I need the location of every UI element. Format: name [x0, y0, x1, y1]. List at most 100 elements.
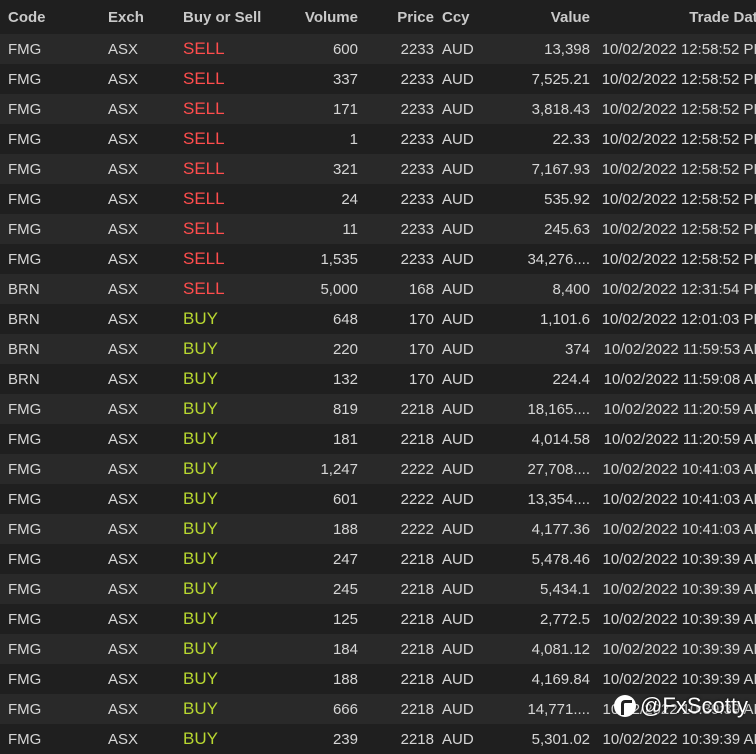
table-row[interactable]: FMG ASX BUY 188 2222 AUD 4,177.36 10/02/2022 10…: [0, 514, 756, 544]
cell-price: 2218: [362, 604, 434, 634]
cell-ccy: AUD: [434, 454, 492, 484]
column-header-code[interactable]: Code: [0, 0, 108, 34]
table-row[interactable]: FMG ASX SELL 337 2233 AUD 7,525.21 10/02/2022 1…: [0, 64, 756, 94]
cell-buy-or-sell: BUY: [183, 544, 283, 574]
cell-volume: 247: [283, 544, 362, 574]
cell-exch: ASX: [108, 634, 183, 664]
cell-buy-or-sell: SELL: [183, 184, 283, 214]
cell-ccy: AUD: [434, 544, 492, 574]
cell-trade-date: 10/02/2022 10:39:39 AM: [600, 634, 756, 664]
cell-value: 3,818.43: [492, 94, 600, 124]
cell-buy-or-sell: BUY: [183, 724, 283, 754]
cell-code: FMG: [0, 544, 108, 574]
cell-ccy: AUD: [434, 634, 492, 664]
cell-ccy: AUD: [434, 394, 492, 424]
cell-price: 2233: [362, 244, 434, 274]
cell-value: 4,081.12: [492, 634, 600, 664]
cell-trade-date: 10/02/2022 11:59:08 AM: [600, 364, 756, 394]
cell-trade-date: 10/02/2022 10:39:39 AM: [600, 574, 756, 604]
cell-volume: 601: [283, 484, 362, 514]
table-row[interactable]: FMG ASX BUY 239 2218 AUD 5,301.02 10/02/2022 10…: [0, 724, 756, 754]
cell-buy-or-sell: BUY: [183, 334, 283, 364]
cell-ccy: AUD: [434, 364, 492, 394]
cell-ccy: AUD: [434, 34, 492, 64]
cell-volume: 819: [283, 394, 362, 424]
table-row[interactable]: FMG ASX BUY 184 2218 AUD 4,081.12 10/02/2022 10…: [0, 634, 756, 664]
cell-trade-date: 10/02/2022 10:41:03 AM: [600, 484, 756, 514]
table-row[interactable]: FMG ASX SELL 171 2233 AUD 3,818.43 10/02/2022 1…: [0, 94, 756, 124]
cell-trade-date: 10/02/2022 12:58:52 PM: [600, 184, 756, 214]
cell-volume: 181: [283, 424, 362, 454]
column-header-price[interactable]: Price: [362, 0, 434, 34]
cell-code: FMG: [0, 724, 108, 754]
cell-price: 2233: [362, 214, 434, 244]
cell-buy-or-sell: BUY: [183, 574, 283, 604]
cell-value: 14,771....: [492, 694, 600, 724]
table-row[interactable]: FMG ASX SELL 24 2233 AUD 535.92 10/02/2022 12:5…: [0, 184, 756, 214]
table-row[interactable]: FMG ASX BUY 188 2218 AUD 4,169.84 10/02/2022 10…: [0, 664, 756, 694]
table-row[interactable]: FMG ASX BUY 666 2218 AUD 14,771.... 10/02/2022 …: [0, 694, 756, 724]
column-header-volume[interactable]: Volume: [283, 0, 362, 34]
table-row[interactable]: FMG ASX SELL 1 2233 AUD 22.33 10/02/2022 12:58:…: [0, 124, 756, 154]
cell-exch: ASX: [108, 664, 183, 694]
cell-value: 13,354....: [492, 484, 600, 514]
cell-ccy: AUD: [434, 664, 492, 694]
column-header-value[interactable]: Value: [492, 0, 600, 34]
cell-price: 2218: [362, 694, 434, 724]
table-row[interactable]: FMG ASX BUY 181 2218 AUD 4,014.58 10/02/2022 11…: [0, 424, 756, 454]
cell-exch: ASX: [108, 274, 183, 304]
cell-price: 2222: [362, 484, 434, 514]
table-row[interactable]: FMG ASX SELL 321 2233 AUD 7,167.93 10/02/2022 1…: [0, 154, 756, 184]
table-row[interactable]: FMG ASX BUY 1,247 2222 AUD 27,708.... 10/02/202…: [0, 454, 756, 484]
column-header-buy-or-sell[interactable]: Buy or Sell: [183, 0, 283, 34]
table-row[interactable]: FMG ASX BUY 125 2218 AUD 2,772.5 10/02/2022 10:…: [0, 604, 756, 634]
cell-buy-or-sell: BUY: [183, 694, 283, 724]
table-row[interactable]: FMG ASX SELL 600 2233 AUD 13,398 10/02/2022 12:…: [0, 34, 756, 64]
cell-value: 22.33: [492, 124, 600, 154]
table-row[interactable]: FMG ASX BUY 247 2218 AUD 5,478.46 10/02/2022 10…: [0, 544, 756, 574]
table-body: FMG ASX SELL 600 2233 AUD 13,398 10/02/2022 12:…: [0, 34, 756, 754]
cell-volume: 1,247: [283, 454, 362, 484]
cell-code: FMG: [0, 604, 108, 634]
column-header-trade-date[interactable]: Trade Date: [600, 0, 756, 34]
table-row[interactable]: FMG ASX BUY 601 2222 AUD 13,354.... 10/02/2022 …: [0, 484, 756, 514]
cell-ccy: AUD: [434, 334, 492, 364]
cell-exch: ASX: [108, 304, 183, 334]
table-row[interactable]: FMG ASX SELL 1,535 2233 AUD 34,276.... 10/02/20…: [0, 244, 756, 274]
cell-exch: ASX: [108, 94, 183, 124]
cell-price: 2233: [362, 124, 434, 154]
table-row[interactable]: BRN ASX BUY 648 170 AUD 1,101.6 10/02/2022 12:0…: [0, 304, 756, 334]
cell-volume: 188: [283, 664, 362, 694]
cell-volume: 184: [283, 634, 362, 664]
cell-buy-or-sell: SELL: [183, 274, 283, 304]
cell-volume: 648: [283, 304, 362, 334]
cell-volume: 245: [283, 574, 362, 604]
cell-price: 2218: [362, 634, 434, 664]
cell-price: 2233: [362, 94, 434, 124]
cell-ccy: AUD: [434, 724, 492, 754]
table-row[interactable]: FMG ASX BUY 819 2218 AUD 18,165.... 10/02/2022 …: [0, 394, 756, 424]
cell-buy-or-sell: SELL: [183, 124, 283, 154]
table-row[interactable]: FMG ASX SELL 11 2233 AUD 245.63 10/02/2022 12:5…: [0, 214, 756, 244]
table-row[interactable]: FMG ASX BUY 245 2218 AUD 5,434.1 10/02/2022 10:…: [0, 574, 756, 604]
cell-value: 7,525.21: [492, 64, 600, 94]
cell-volume: 239: [283, 724, 362, 754]
cell-exch: ASX: [108, 214, 183, 244]
cell-value: 245.63: [492, 214, 600, 244]
cell-code: FMG: [0, 214, 108, 244]
cell-volume: 125: [283, 604, 362, 634]
column-header-ccy[interactable]: Ccy: [434, 0, 492, 34]
column-header-exch[interactable]: Exch: [108, 0, 183, 34]
cell-buy-or-sell: BUY: [183, 454, 283, 484]
table-row[interactable]: BRN ASX SELL 5,000 168 AUD 8,400 10/02/2022 12:…: [0, 274, 756, 304]
cell-buy-or-sell: BUY: [183, 514, 283, 544]
cell-value: 5,478.46: [492, 544, 600, 574]
table-row[interactable]: BRN ASX BUY 220 170 AUD 374 10/02/2022 11:59:53…: [0, 334, 756, 364]
cell-buy-or-sell: SELL: [183, 64, 283, 94]
cell-trade-date: 10/02/2022 10:39:39 AM: [600, 664, 756, 694]
cell-trade-date: 10/02/2022 12:01:03 PM: [600, 304, 756, 334]
cell-trade-date: 10/02/2022 12:58:52 PM: [600, 244, 756, 274]
cell-buy-or-sell: BUY: [183, 604, 283, 634]
cell-exch: ASX: [108, 124, 183, 154]
table-row[interactable]: BRN ASX BUY 132 170 AUD 224.4 10/02/2022 11:59:…: [0, 364, 756, 394]
